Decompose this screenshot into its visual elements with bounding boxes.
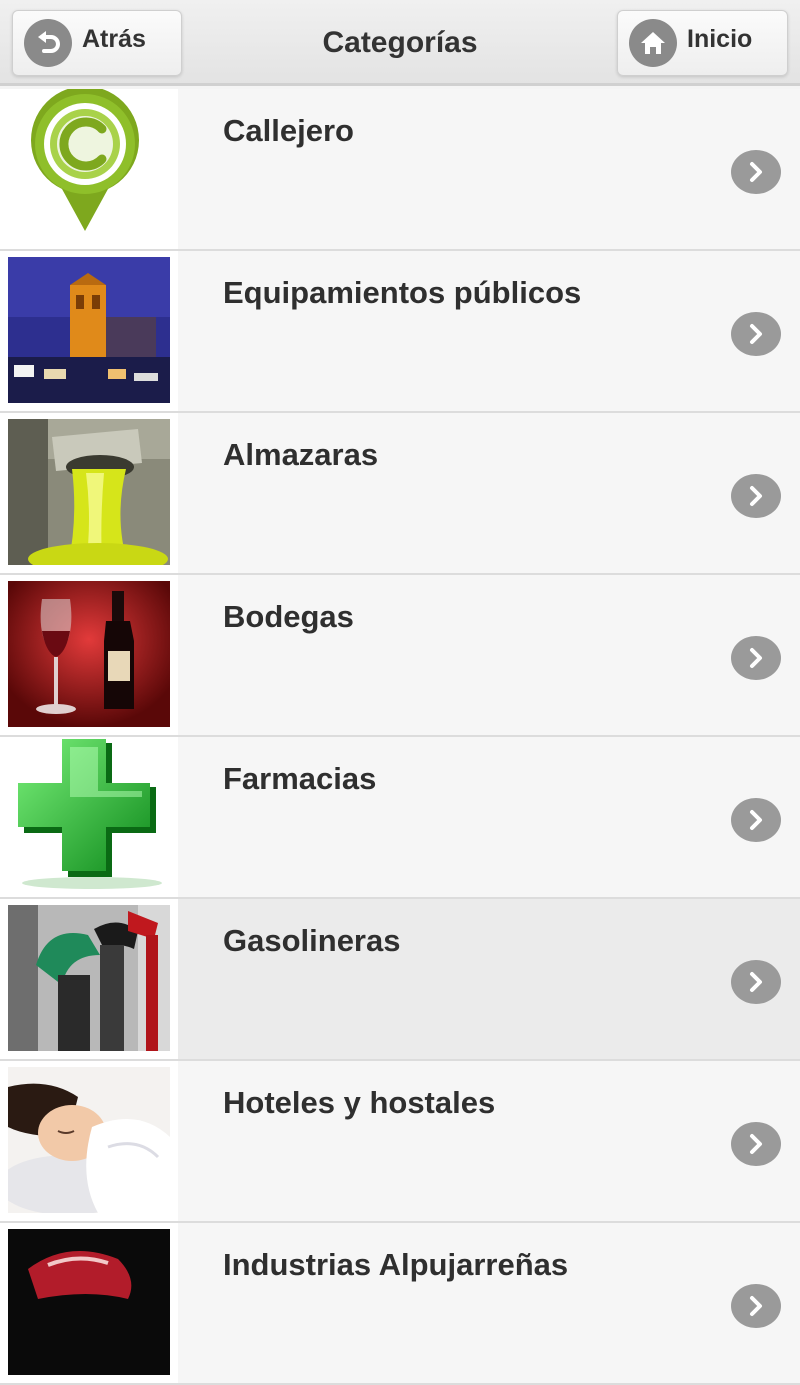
list-item-hoteles-y-hostales[interactable]: Hoteles y hostales xyxy=(0,1061,800,1223)
thumb-frame xyxy=(0,251,178,411)
item-label: Almazaras xyxy=(223,437,379,472)
chevron-right-icon xyxy=(731,636,781,680)
thumb-frame xyxy=(0,413,178,573)
category-list: Callejero Equipamientos públicos Almazar… xyxy=(0,89,800,1385)
item-label: Farmacias xyxy=(223,761,377,796)
thumb-frame xyxy=(0,575,178,735)
top-bar: Atrás Inicio xyxy=(0,0,800,86)
chevron-right-icon xyxy=(731,1122,781,1166)
chevron-right-icon xyxy=(731,1284,781,1328)
back-label: Atrás xyxy=(82,24,146,53)
list-item-bodegas[interactable]: Bodegas xyxy=(0,575,800,737)
fuel-pump-nozzles-photo-icon xyxy=(8,905,170,1051)
list-item-almazaras[interactable]: Almazaras xyxy=(0,413,800,575)
thumb-frame xyxy=(0,1223,178,1383)
home-label: Inicio xyxy=(687,24,753,53)
green-pharmacy-cross-icon xyxy=(0,737,178,897)
item-label: Equipamientos públicos xyxy=(223,275,582,310)
chevron-right-icon xyxy=(731,960,781,1004)
list-item-callejero[interactable]: Callejero xyxy=(0,89,800,251)
item-label: Callejero xyxy=(223,113,354,148)
chevron-right-icon xyxy=(731,312,781,356)
ham-slices-photo-icon xyxy=(8,1229,170,1375)
wine-glass-bottle-photo-icon xyxy=(8,581,170,727)
thumb-frame xyxy=(0,899,178,1059)
chevron-right-icon xyxy=(731,474,781,518)
map-pin-c-logo-icon xyxy=(0,89,178,249)
item-label: Industrias Alpujarreñas xyxy=(223,1247,569,1282)
sleeping-woman-photo-icon xyxy=(8,1067,170,1213)
list-item-equipamientos-publicos[interactable]: Equipamientos públicos xyxy=(0,251,800,413)
item-label: Bodegas xyxy=(223,599,354,634)
list-item-farmacias[interactable]: Farmacias xyxy=(0,737,800,899)
chevron-right-icon xyxy=(731,150,781,194)
chevron-right-icon xyxy=(731,798,781,842)
back-arrow-icon xyxy=(24,19,72,67)
home-icon xyxy=(629,19,677,67)
thumb-frame xyxy=(0,1061,178,1221)
olive-oil-pouring-photo-icon xyxy=(8,419,170,565)
item-label: Hoteles y hostales xyxy=(223,1085,496,1120)
home-button[interactable]: Inicio xyxy=(617,10,788,76)
list-item-industrias-alpujarrenas[interactable]: Industrias Alpujarreñas xyxy=(0,1223,800,1385)
back-button[interactable]: Atrás xyxy=(12,10,182,76)
church-tower-night-photo-icon xyxy=(8,257,170,403)
list-item-gasolineras[interactable]: Gasolineras xyxy=(0,899,800,1061)
item-label: Gasolineras xyxy=(223,923,401,958)
